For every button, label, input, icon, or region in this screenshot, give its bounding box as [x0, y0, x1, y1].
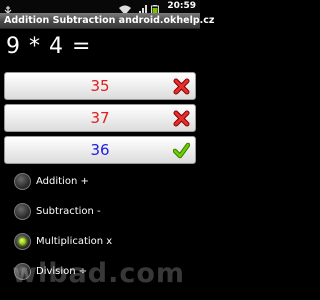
option-subtraction[interactable]: Subtraction - — [14, 201, 194, 225]
answer-button-1[interactable]: 35 — [4, 72, 196, 100]
app-title-bar: Addition Subtraction android.okhelp.cz — [0, 13, 214, 29]
option-label: Multiplication x — [36, 236, 113, 247]
clock: 20:59 — [167, 1, 196, 11]
radio-selected-dot — [19, 238, 26, 245]
answer-value: 36 — [90, 141, 110, 159]
answer-value: 37 — [90, 109, 110, 127]
answer-button-2[interactable]: 37 — [4, 104, 196, 132]
option-multiplication[interactable]: Multiplication x — [14, 231, 194, 255]
app-title: Addition Subtraction android.okhelp.cz — [4, 15, 215, 26]
option-label: Subtraction - — [36, 206, 101, 217]
option-addition[interactable]: Addition + — [14, 171, 194, 195]
answer-value: 35 — [90, 77, 110, 95]
problem-text: 9 * 4 = — [6, 34, 92, 59]
answer-button-3[interactable]: 36 — [4, 136, 196, 164]
cross-icon — [173, 78, 190, 99]
radio-button-selected[interactable] — [14, 233, 31, 250]
cross-icon — [173, 110, 190, 131]
check-icon — [172, 142, 191, 163]
radio-button[interactable] — [14, 203, 31, 220]
watermark: wlbad.com — [12, 258, 186, 289]
status-bar: 20:59 — [0, 0, 200, 16]
option-label: Addition + — [36, 176, 89, 187]
radio-button[interactable] — [14, 173, 31, 190]
